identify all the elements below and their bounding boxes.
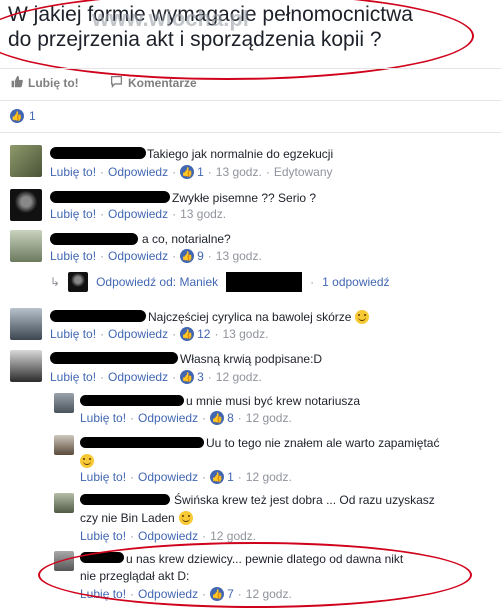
reply-link[interactable]: Odpowiedz: [108, 165, 168, 179]
comment-text: Najczęściej cyrylica na bawolej skórze: [148, 309, 370, 325]
like-reaction-icon: 👍: [180, 165, 195, 179]
avatar[interactable]: [54, 393, 74, 413]
redacted-name: [80, 494, 170, 505]
comment-meta: Lubię to! · Odpowiedz · 12 godz.: [80, 529, 257, 543]
divider: [0, 100, 501, 101]
like-reaction-icon: 👍: [180, 370, 195, 384]
smile-emoji-icon: [178, 511, 193, 525]
reply-link[interactable]: Odpowiedz: [108, 370, 168, 384]
like-reaction-icon: 👍: [180, 249, 195, 263]
comment-text: Takiego jak normalnie do egzekucji: [147, 147, 334, 161]
like-count[interactable]: 👍 12: [180, 327, 210, 341]
comment-meta: Lubię to! · Odpowiedz · 👍 1 · 13 godz. · Edyt…: [50, 165, 333, 179]
thumbs-up-icon: [10, 75, 23, 91]
reply-link[interactable]: Odpowiedz: [108, 207, 168, 221]
avatar[interactable]: [10, 230, 42, 262]
annotation-oval-reply: [38, 542, 472, 608]
avatar[interactable]: [10, 308, 42, 340]
avatar: [68, 272, 89, 292]
like-count[interactable]: 👍 1: [180, 165, 204, 179]
like-link[interactable]: Lubię to!: [80, 411, 126, 425]
timestamp[interactable]: 12 godz.: [246, 470, 292, 484]
timestamp[interactable]: 13 godz.: [216, 249, 262, 263]
redacted-name: [50, 191, 170, 203]
like-count[interactable]: 👍 8: [210, 411, 234, 425]
timestamp[interactable]: 12 godz.: [216, 370, 262, 384]
redacted-name: [80, 395, 184, 406]
comment-action[interactable]: Komentarze: [110, 75, 197, 91]
comment-text-line2: czy nie Bin Laden: [80, 510, 193, 526]
like-link[interactable]: Lubię to!: [80, 529, 126, 543]
comment-text: Świńska krew też jest dobra ... Od razu …: [174, 493, 435, 507]
smile-emoji-icon: [355, 310, 370, 324]
avatar[interactable]: [10, 350, 42, 382]
like-link[interactable]: Lubię to!: [50, 327, 96, 341]
comment-meta: Lubię to! · Odpowiedz · 👍 9 · 13 godz.: [50, 249, 262, 263]
like-link[interactable]: Lubię to!: [80, 470, 126, 484]
timestamp[interactable]: 13 godz.: [180, 207, 226, 221]
avatar[interactable]: [10, 145, 42, 177]
comment-text: Zwykłe pisemne ?? Serio ?: [172, 191, 317, 205]
comment-meta: Lubię to! · Odpowiedz · 👍 3 · 12 godz.: [50, 370, 262, 384]
like-action[interactable]: Lubię to!: [10, 75, 79, 91]
like-reaction-icon: 👍: [210, 411, 225, 425]
comment-meta: Lubię to! · Odpowiedz · 👍 12 · 13 godz.: [50, 327, 269, 341]
divider: [0, 68, 501, 69]
comment-text: u mnie musi być krew notariusza: [186, 394, 361, 408]
comment-text: Uu to tego nie znałem ale warto zapamięt…: [206, 436, 440, 450]
like-link[interactable]: Lubię to!: [50, 249, 96, 263]
reply-arrow-icon: ↳: [50, 275, 61, 289]
redacted-name: [50, 147, 146, 159]
reply-link[interactable]: Odpowiedz: [108, 249, 168, 263]
reply-link[interactable]: Odpowiedz: [138, 411, 198, 425]
like-link[interactable]: Lubię to!: [50, 207, 96, 221]
timestamp[interactable]: 13 godz.: [216, 165, 262, 179]
comment-text: Własną krwią podpisane:D: [180, 352, 323, 366]
comment-meta: Lubię to! · Odpowiedz · 13 godz.: [50, 207, 227, 221]
comment-text: a co, notarialne?: [142, 232, 231, 246]
reply-link[interactable]: Odpowiedz: [138, 529, 198, 543]
timestamp[interactable]: 13 godz.: [222, 327, 268, 341]
like-count[interactable]: 👍 1: [210, 470, 234, 484]
like-reaction-icon: 👍: [10, 109, 24, 123]
timestamp[interactable]: 12 godz.: [210, 529, 256, 543]
like-link[interactable]: Lubię to!: [50, 370, 96, 384]
like-reaction-icon: 👍: [210, 470, 225, 484]
comment-meta: Lubię to! · Odpowiedz · 👍 1 · 12 godz.: [80, 470, 292, 484]
redacted-name: [80, 437, 204, 448]
smile-emoji-icon: [80, 452, 94, 470]
like-count[interactable]: 👍 9: [180, 249, 204, 263]
reply-summary[interactable]: ↳ Odpowiedź od: Maniek · 1 odpowiedź: [50, 272, 390, 292]
comment-meta: Lubię to! · Odpowiedz · 👍 8 · 12 godz.: [80, 411, 292, 425]
timestamp[interactable]: 12 godz.: [246, 411, 292, 425]
comment-icon: [110, 75, 123, 91]
avatar[interactable]: [10, 189, 42, 221]
redacted-name: [50, 233, 138, 245]
redacted-name: [50, 352, 178, 364]
avatar[interactable]: [54, 435, 74, 455]
like-link[interactable]: Lubię to!: [50, 165, 96, 179]
redacted-name: [226, 272, 303, 292]
reply-link[interactable]: Odpowiedz: [108, 327, 168, 341]
avatar[interactable]: [54, 493, 74, 513]
reaction-summary[interactable]: 👍 1: [10, 109, 36, 123]
redacted-name: [50, 310, 146, 322]
reply-link[interactable]: Odpowiedz: [138, 470, 198, 484]
edited-label[interactable]: Edytowany: [274, 165, 333, 179]
like-count[interactable]: 👍 3: [180, 370, 204, 384]
like-reaction-icon: 👍: [180, 327, 195, 341]
divider: [0, 132, 501, 133]
